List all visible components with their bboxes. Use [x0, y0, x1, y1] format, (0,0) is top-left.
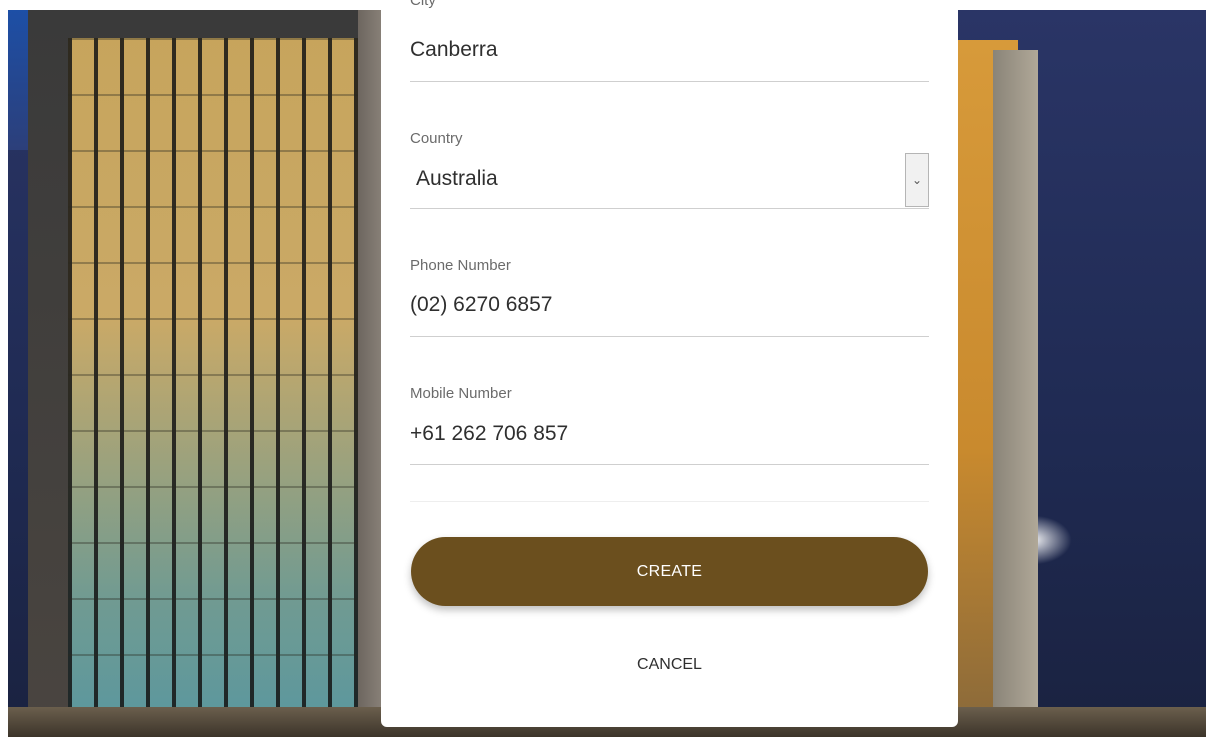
- facade-horizontal-bars: [68, 38, 368, 737]
- mobile-number-underline: [410, 464, 929, 465]
- cancel-button[interactable]: CANCEL: [411, 648, 928, 682]
- mobile-number-label: Mobile Number: [410, 385, 512, 402]
- mobile-number-input[interactable]: +61 262 706 857: [410, 422, 568, 446]
- create-button[interactable]: CREATE: [411, 537, 928, 606]
- pillar-right: [993, 50, 1038, 737]
- mobile-number-field[interactable]: Mobile Number +61 262 706 857: [410, 0, 929, 465]
- form-divider: [410, 501, 929, 502]
- create-form-panel: City Canberra Country Australia ⌄ Phone …: [381, 0, 958, 727]
